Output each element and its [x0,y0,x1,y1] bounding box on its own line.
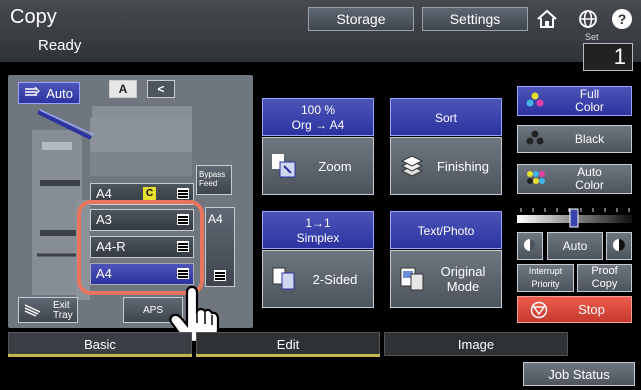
full-color-icon [526,92,548,111]
original-direction-icon: < [147,80,175,98]
output-arrow-icon [36,108,106,144]
tab-edit[interactable]: Edit [196,332,380,356]
tab-basic[interactable]: Basic [8,332,192,356]
set-label: Set [585,32,599,42]
black-button[interactable]: Black [517,125,632,153]
duplex-setting-display[interactable]: 1→1 Simplex [262,211,374,249]
document-feed-icon [24,86,40,100]
app-title: Copy [10,6,57,28]
help-icon[interactable]: ? [606,7,638,31]
original-a-icon: A [109,80,137,98]
darker-icon [612,238,626,255]
stop-icon [530,301,552,319]
original-mode-setting-display[interactable]: Text/Photo [390,211,502,249]
interrupt-priority-button[interactable]: Interrupt Priority [517,264,574,292]
auto-color-button[interactable]: Auto Color [517,164,632,194]
lighter-icon [523,238,537,255]
paper-stack-icon [177,188,189,199]
tray-highlight-ring [77,200,204,295]
finishing-icon [400,155,424,177]
tab-basic-indicator [8,354,192,357]
black-toner-icon [526,130,548,149]
home-icon[interactable] [531,7,563,31]
two-sided-icon [272,267,295,290]
paper-stack-icon [214,270,226,281]
job-status-button[interactable]: Job Status [523,362,635,386]
original-mode-button[interactable]: Original Mode [390,250,502,308]
bypass-tray-button[interactable]: A4 [205,207,235,287]
tab-edit-indicator [196,354,380,357]
exit-tray-button[interactable]: Exit Tray [18,297,78,323]
density-slider[interactable] [517,207,632,229]
zoom-button[interactable]: Zoom [262,137,374,195]
lighter-button[interactable] [517,232,543,260]
zoom-icon [272,154,296,178]
zoom-setting-display[interactable]: 100 % Org → A4 [262,98,374,136]
stop-button[interactable]: Stop [517,296,632,323]
storage-button[interactable]: Storage [308,7,414,31]
color-c-badge: C [143,187,157,201]
density-auto-button[interactable]: Auto [547,232,603,260]
settings-button[interactable]: Settings [422,7,528,31]
svg-text:?: ? [618,11,627,27]
darker-button[interactable] [606,232,632,260]
exit-tray-icon [24,303,42,320]
original-mode-icon [400,267,424,291]
density-slider-handle [569,208,579,228]
set-count-field[interactable]: 1 [583,43,633,71]
full-color-button[interactable]: Full Color [517,86,632,116]
sort-setting-display[interactable]: Sort [390,98,502,136]
two-sided-button[interactable]: 2-Sided [262,250,374,308]
tab-image[interactable]: Image [384,332,568,356]
finishing-button[interactable]: Finishing [390,137,502,195]
auto-label: Auto [46,85,73,101]
globe-icon[interactable] [572,7,604,31]
auto-color-icon [526,170,548,189]
proof-copy-button[interactable]: Proof Copy [577,264,632,292]
bypass-feed-button[interactable]: Bypass Feed [196,165,232,195]
status-text: Ready [38,37,82,54]
